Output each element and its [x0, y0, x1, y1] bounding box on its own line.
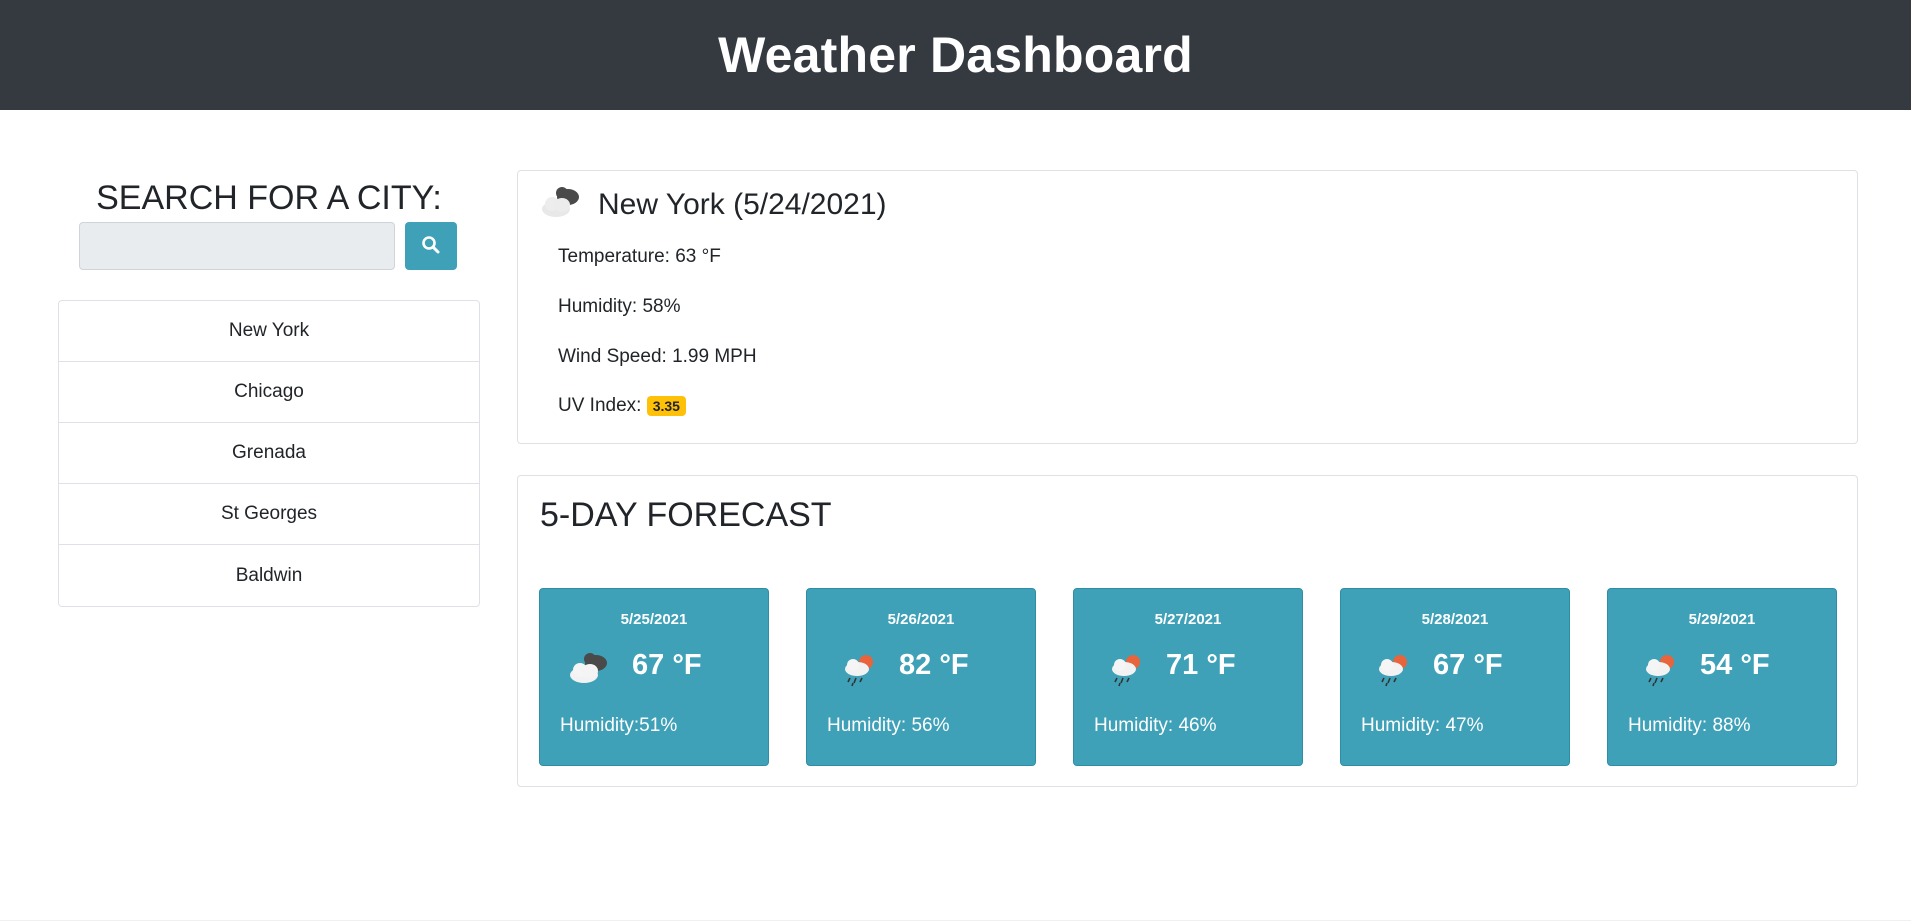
page-header: Weather Dashboard [0, 0, 1911, 110]
current-title-row: New York (5/24/2021) [538, 185, 887, 224]
current-weather-card: New York (5/24/2021) Temperature: 63 °F … [517, 170, 1858, 444]
forecast-day-card: 5/29/2021 54 °F Humidity: 88% [1607, 588, 1837, 766]
sidebar: SEARCH FOR A CITY: New York Chicago Gren… [58, 170, 480, 607]
city-item-baldwin[interactable]: Baldwin [59, 545, 479, 606]
search-heading: SEARCH FOR A CITY: [96, 179, 442, 217]
forecast-heading: 5-DAY FORECAST [540, 496, 832, 534]
cloudy-icon [538, 185, 584, 224]
sun-rain-icon [1107, 651, 1147, 692]
current-city-title: New York (5/24/2021) [598, 187, 887, 221]
search-input[interactable] [79, 222, 395, 270]
sun-rain-icon [840, 651, 880, 692]
uv-label: UV Index: [558, 395, 642, 416]
sun-rain-icon [1641, 651, 1681, 692]
forecast-date: 5/28/2021 [1421, 611, 1489, 628]
forecast-temperature: 71 °F [1166, 649, 1236, 681]
city-item-new-york[interactable]: New York [59, 301, 479, 362]
forecast-humidity: Humidity: 88% [1628, 715, 1751, 736]
footer-divider [0, 920, 1911, 921]
city-item-chicago[interactable]: Chicago [59, 362, 479, 423]
forecast-temperature: 67 °F [632, 649, 702, 681]
cloudy-icon [566, 651, 612, 690]
forecast-day-card: 5/26/2021 82 °F Humidity: 56% [806, 588, 1036, 766]
forecast-temperature: 54 °F [1700, 649, 1770, 681]
current-humidity: Humidity: 58% [558, 296, 681, 317]
search-row [79, 222, 457, 270]
current-wind-speed: Wind Speed: 1.99 MPH [558, 346, 757, 367]
forecast-temperature: 82 °F [899, 649, 969, 681]
uv-badge: 3.35 [646, 395, 686, 416]
forecast-date: 5/25/2021 [620, 611, 688, 628]
city-item-grenada[interactable]: Grenada [59, 423, 479, 484]
forecast-humidity: Humidity: 56% [827, 715, 950, 736]
city-history-list: New York Chicago Grenada St Georges Bald… [58, 300, 480, 607]
forecast-date: 5/27/2021 [1154, 611, 1222, 628]
search-button[interactable] [405, 222, 457, 270]
forecast-humidity: Humidity: 46% [1094, 715, 1217, 736]
current-temperature: Temperature: 63 °F [558, 246, 721, 267]
city-item-st-georges[interactable]: St Georges [59, 484, 479, 545]
current-uv-row: UV Index: 3.35 [558, 395, 686, 417]
forecast-date: 5/29/2021 [1688, 611, 1756, 628]
forecast-humidity: Humidity: 47% [1361, 715, 1484, 736]
forecast-humidity: Humidity:51% [560, 715, 678, 736]
forecast-day-card: 5/25/2021 67 °F Humidity:51% [539, 588, 769, 766]
sun-rain-icon [1374, 651, 1414, 692]
forecast-day-card: 5/27/2021 71 °F Humidity: 46% [1073, 588, 1303, 766]
page-title: Weather Dashboard [718, 27, 1193, 83]
forecast-day-card: 5/28/2021 67 °F Humidity: 47% [1340, 588, 1570, 766]
search-icon [421, 235, 441, 258]
forecast-section: 5-DAY FORECAST 5/25/2021 67 °F Humidity:… [517, 475, 1858, 787]
forecast-date: 5/26/2021 [887, 611, 955, 628]
forecast-temperature: 67 °F [1433, 649, 1503, 681]
